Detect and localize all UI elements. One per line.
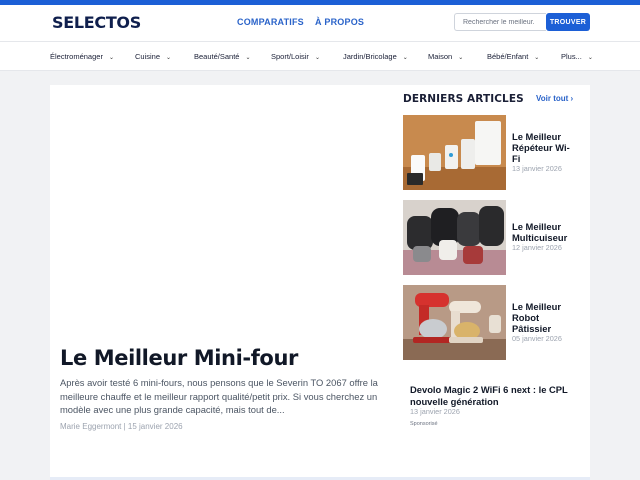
sidebar-title: DERNIERS ARTICLES bbox=[403, 93, 524, 105]
article-date: 05 janvier 2026 bbox=[512, 334, 562, 343]
chevron-down-icon: ⌄ bbox=[245, 55, 251, 61]
category-label: Sport/Loisir bbox=[271, 52, 309, 61]
article-thumbnail-repeteur[interactable] bbox=[403, 115, 506, 190]
featured-excerpt: Après avoir testé 6 mini-fours, nous pen… bbox=[60, 377, 378, 415]
chevron-down-icon: ⌄ bbox=[534, 55, 540, 61]
category-plus[interactable]: Plus... ⌄ bbox=[561, 52, 593, 61]
chevron-down-icon: ⌄ bbox=[587, 55, 593, 61]
nav-a-propos[interactable]: À PROPOS bbox=[315, 17, 364, 27]
category-bebe-enfant[interactable]: Bébé/Enfant ⌄ bbox=[487, 52, 539, 61]
category-label: Électroménager bbox=[50, 52, 103, 61]
category-label: Beauté/Santé bbox=[194, 52, 240, 61]
sponsored-date: 13 janvier 2026 bbox=[410, 407, 460, 416]
category-label: Bébé/Enfant bbox=[487, 52, 529, 61]
article-thumbnail-robot-patissier[interactable] bbox=[403, 285, 506, 360]
chevron-down-icon: ⌄ bbox=[458, 55, 464, 61]
nav-comparatifs[interactable]: COMPARATIFS bbox=[237, 17, 304, 27]
chevron-right-icon: › bbox=[570, 94, 574, 103]
article-title[interactable]: Le Meilleur Répéteur Wi-Fi bbox=[512, 131, 578, 164]
main-content-card bbox=[50, 85, 590, 480]
article-title[interactable]: Le Meilleur Robot Pâtissier bbox=[512, 301, 578, 334]
category-label: Plus... bbox=[561, 52, 582, 61]
chevron-down-icon: ⌄ bbox=[314, 55, 320, 61]
article-thumbnail-multicuiseur[interactable] bbox=[403, 200, 506, 275]
chevron-down-icon: ⌄ bbox=[108, 55, 114, 61]
see-all-link[interactable]: Voir tout › bbox=[536, 94, 573, 103]
featured-meta: Marie Eggermont | 15 janvier 2026 bbox=[60, 422, 183, 431]
category-sport-loisir[interactable]: Sport/Loisir ⌄ bbox=[271, 52, 320, 61]
article-date: 13 janvier 2026 bbox=[512, 164, 562, 173]
site-logo[interactable]: SELECTOS bbox=[52, 13, 141, 32]
category-electromenager[interactable]: Électroménager ⌄ bbox=[50, 52, 114, 61]
search-input[interactable] bbox=[454, 13, 546, 31]
category-maison[interactable]: Maison ⌄ bbox=[428, 52, 463, 61]
search-button[interactable]: TROUVER bbox=[546, 13, 590, 31]
chevron-down-icon: ⌄ bbox=[402, 55, 408, 61]
category-label: Cuisine bbox=[135, 52, 161, 61]
see-all-label: Voir tout bbox=[536, 94, 569, 103]
category-beaute-sante[interactable]: Beauté/Santé ⌄ bbox=[194, 52, 251, 61]
category-label: Maison bbox=[428, 52, 453, 61]
category-cuisine[interactable]: Cuisine ⌄ bbox=[135, 52, 171, 61]
featured-title[interactable]: Le Meilleur Mini-four bbox=[60, 346, 298, 370]
article-date: 12 janvier 2026 bbox=[512, 243, 562, 252]
sponsored-badge: Sponsorisé bbox=[410, 421, 438, 427]
site-header: SELECTOS COMPARATIFS À PROPOS TROUVER bbox=[0, 5, 640, 41]
logo-text: SELECTOS bbox=[52, 13, 141, 32]
category-jardin-bricolage[interactable]: Jardin/Bricolage ⌄ bbox=[343, 52, 408, 61]
article-title[interactable]: Le Meilleur Multicuiseur bbox=[512, 221, 578, 243]
sponsored-title[interactable]: Devolo Magic 2 WiFi 6 next : le CPL nouv… bbox=[410, 384, 580, 407]
chevron-down-icon: ⌄ bbox=[166, 55, 172, 61]
category-label: Jardin/Bricolage bbox=[343, 52, 397, 61]
category-bar: Électroménager ⌄ Cuisine ⌄ Beauté/Santé ⌄ S… bbox=[0, 41, 640, 71]
